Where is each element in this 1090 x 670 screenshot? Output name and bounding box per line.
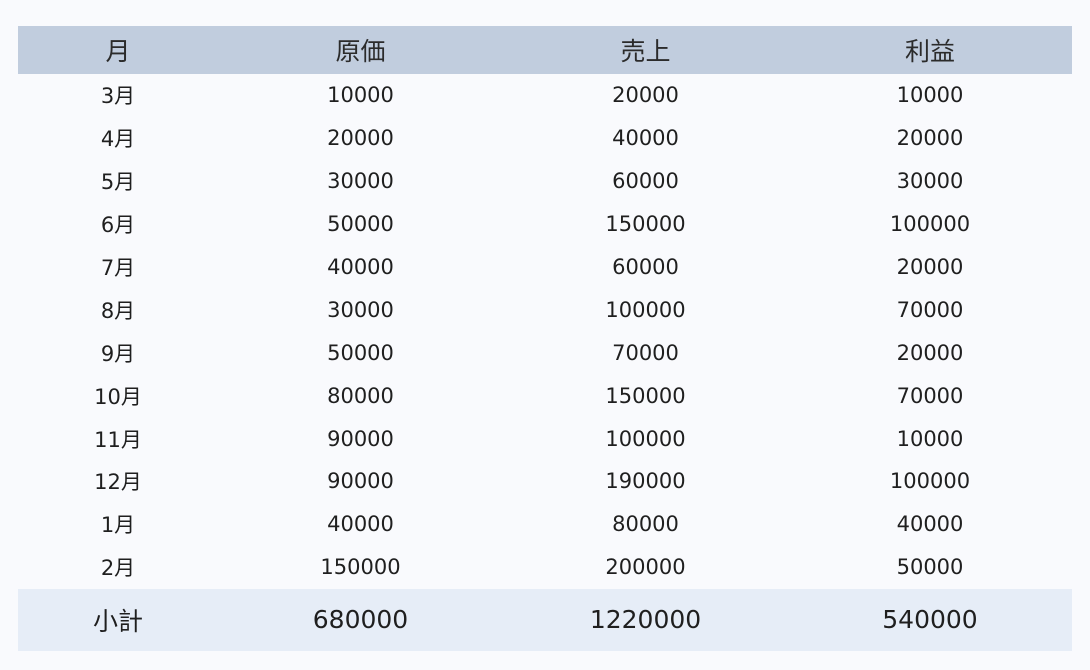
cell-month: 6月 bbox=[100, 213, 136, 238]
table-row: 3月 10000 20000 10000 bbox=[18, 74, 1072, 117]
table-row: 2月 150000 200000 50000 bbox=[18, 546, 1072, 589]
table-header: 月 原価 売上 利益 bbox=[18, 26, 1072, 74]
cell-cost: 40000 bbox=[327, 512, 394, 537]
cell-sales: 100000 bbox=[605, 297, 686, 322]
cell-month: 2月 bbox=[100, 556, 136, 581]
cell-sales: 70000 bbox=[612, 340, 679, 365]
cell-cost: 50000 bbox=[327, 212, 394, 237]
cell-sales: 80000 bbox=[612, 512, 679, 537]
table-row: 8月 30000 100000 70000 bbox=[18, 288, 1072, 331]
header-profit: 利益 bbox=[904, 37, 955, 66]
cell-profit: 10000 bbox=[896, 426, 964, 451]
cell-sales: 60000 bbox=[612, 169, 679, 194]
cell-sales: 150000 bbox=[605, 212, 686, 237]
cell-month: 12月 bbox=[94, 470, 142, 495]
cell-month: 10月 bbox=[94, 384, 142, 409]
table-row: 11月 90000 100000 10000 bbox=[18, 417, 1072, 460]
table-row: 7月 40000 60000 20000 bbox=[18, 246, 1072, 289]
subtotal-row: 小計 680000 1220000 540000 bbox=[18, 588, 1072, 651]
cell-profit: 20000 bbox=[896, 340, 964, 365]
monthly-profit-table: 月 原価 売上 利益 3月 10000 20000 10000 4月 20000… bbox=[18, 26, 1072, 651]
cell-sales: 60000 bbox=[612, 255, 679, 279]
table-row: 12月 90000 190000 100000 bbox=[18, 460, 1072, 503]
cell-cost: 150000 bbox=[320, 555, 401, 580]
cell-profit: 70000 bbox=[896, 297, 964, 322]
cell-month: 4月 bbox=[100, 127, 136, 152]
cell-profit: 20000 bbox=[896, 255, 964, 279]
cell-cost: 90000 bbox=[327, 469, 394, 494]
cell-month: 1月 bbox=[100, 513, 136, 538]
cell-profit: 20000 bbox=[896, 126, 964, 151]
cell-cost: 90000 bbox=[327, 426, 394, 451]
table-row: 10月 80000 150000 70000 bbox=[18, 374, 1072, 417]
cell-sales: 40000 bbox=[612, 126, 679, 151]
cell-sales: 200000 bbox=[605, 555, 686, 580]
cell-cost: 30000 bbox=[327, 169, 394, 194]
cell-cost: 40000 bbox=[327, 255, 394, 279]
cell-profit: 50000 bbox=[896, 555, 964, 580]
cell-sales: 150000 bbox=[605, 383, 686, 408]
table-row: 6月 50000 150000 100000 bbox=[18, 203, 1072, 246]
table-body: 3月 10000 20000 10000 4月 20000 40000 2000… bbox=[18, 74, 1072, 589]
cell-cost: 80000 bbox=[327, 383, 394, 408]
header-cost: 原価 bbox=[335, 37, 386, 66]
table-row: 9月 50000 70000 20000 bbox=[18, 331, 1072, 374]
cell-month: 5月 bbox=[100, 170, 136, 195]
cell-cost: 50000 bbox=[327, 340, 394, 365]
subtotal-sales: 1220000 bbox=[589, 605, 702, 635]
header-month: 月 bbox=[105, 37, 131, 66]
cell-month: 8月 bbox=[100, 298, 136, 323]
cell-month: 3月 bbox=[100, 84, 136, 109]
cell-month: 7月 bbox=[100, 256, 136, 280]
cell-profit: 40000 bbox=[896, 512, 964, 537]
header-sales: 売上 bbox=[620, 37, 671, 66]
cell-month: 9月 bbox=[100, 341, 136, 366]
subtotal-cost: 680000 bbox=[312, 605, 409, 635]
cell-sales: 190000 bbox=[605, 469, 686, 494]
cell-profit: 10000 bbox=[896, 83, 964, 108]
cell-cost: 20000 bbox=[327, 126, 394, 151]
profit-table-container: 月 原価 売上 利益 3月 10000 20000 10000 4月 20000… bbox=[18, 26, 1072, 651]
cell-cost: 10000 bbox=[327, 83, 394, 108]
subtotal-profit: 540000 bbox=[882, 605, 978, 635]
table-row: 4月 20000 40000 20000 bbox=[18, 117, 1072, 160]
header-row: 月 原価 売上 利益 bbox=[18, 26, 1072, 74]
cell-sales: 100000 bbox=[605, 426, 686, 451]
cell-profit: 70000 bbox=[896, 383, 964, 408]
cell-cost: 30000 bbox=[327, 297, 394, 322]
subtotal-label: 小計 bbox=[92, 606, 143, 636]
cell-profit: 30000 bbox=[896, 169, 964, 194]
table-row: 1月 40000 80000 40000 bbox=[18, 503, 1072, 546]
cell-month: 11月 bbox=[94, 427, 142, 452]
cell-sales: 20000 bbox=[612, 83, 679, 108]
table-row: 5月 30000 60000 30000 bbox=[18, 160, 1072, 203]
cell-profit: 100000 bbox=[889, 469, 971, 494]
table-footer: 小計 680000 1220000 540000 bbox=[18, 588, 1072, 651]
cell-profit: 100000 bbox=[889, 212, 971, 237]
